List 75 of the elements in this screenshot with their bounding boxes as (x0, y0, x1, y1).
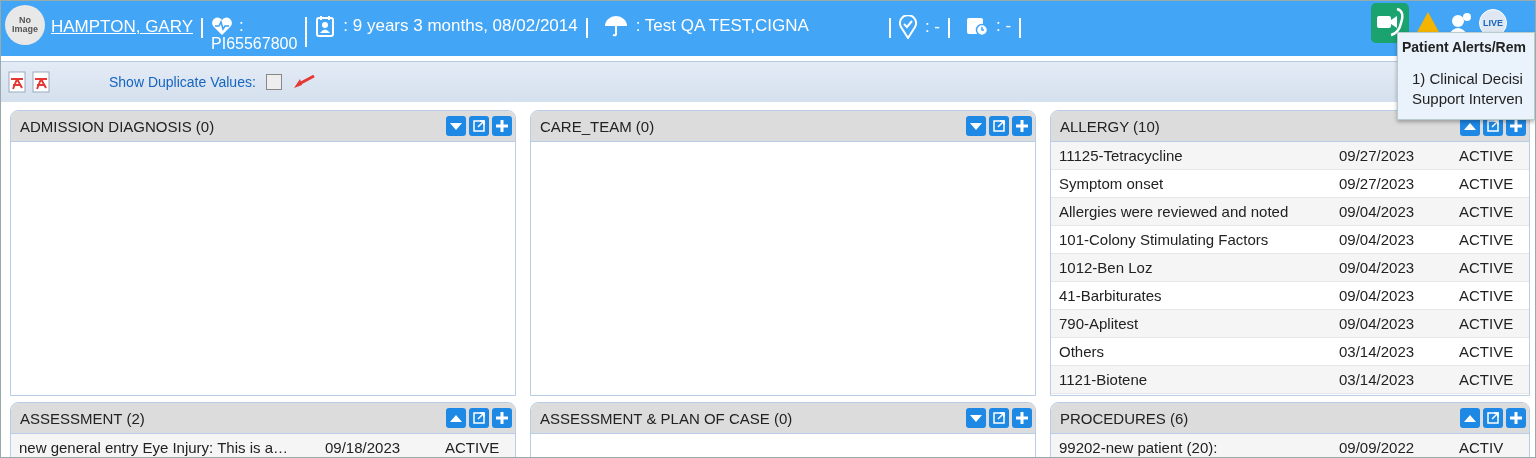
table-cell-text: 09/04/2023 (1339, 287, 1416, 304)
duplicate-values-checkbox[interactable] (265, 74, 282, 90)
table-cell-text: 03/14/2023 (1339, 371, 1416, 388)
popout-button[interactable] (1483, 408, 1503, 428)
video-stethoscope-icon[interactable] (1371, 3, 1409, 43)
popout-button[interactable] (989, 408, 1009, 428)
panel-title: ASSESSMENT & PLAN OF CASE (0) (540, 409, 794, 427)
location-text: : - (924, 17, 941, 37)
collapse-button[interactable] (446, 116, 466, 136)
table-cell-text: ACTIVE (1459, 287, 1515, 304)
alert-text: 1) Clinical Decisi (1412, 69, 1524, 89)
table-cell-text: 99202-new patient (20): (1059, 439, 1219, 456)
panel-title: PROCEDURES (6) (1060, 409, 1190, 427)
avatar-text: No Image (11, 16, 39, 34)
collapse-button[interactable] (966, 116, 986, 136)
table-cell-text: new general entry Eye Injury: This is a… (19, 439, 289, 456)
table-cell-text: 09/04/2023 (1339, 315, 1416, 332)
table-cell-text: 101-Colony Stimulating Factors (1059, 231, 1270, 248)
age-text: : 9 years 3 months, 08/02/2014 (343, 16, 578, 36)
table-cell-text: ACTIVE (1459, 231, 1515, 248)
add-button[interactable] (492, 116, 512, 136)
location-pin-icon (898, 15, 917, 39)
calendar-person-icon (315, 15, 336, 37)
popout-button[interactable] (989, 116, 1009, 136)
popout-button[interactable] (469, 116, 489, 136)
panel-title: CARE_TEAM (0) (540, 117, 656, 135)
table-cell-text: ACTIVE (1459, 315, 1515, 332)
collapse-button[interactable] (1460, 408, 1480, 428)
popout-button[interactable] (469, 408, 489, 428)
table-cell-text: 11125-Tetracycline (1059, 147, 1184, 164)
table-cell-text: 09/18/2023 (325, 439, 402, 456)
add-button[interactable] (1012, 116, 1032, 136)
table-cell-text: ACTIVE (1459, 203, 1515, 220)
heart-icon (211, 16, 233, 36)
table-cell-text: 03/14/2023 (1339, 343, 1416, 360)
table-cell-text: 09/27/2023 (1339, 175, 1416, 192)
table-cell-text: 09/04/2023 (1339, 259, 1416, 276)
table-cell-text: 09/04/2023 (1339, 231, 1416, 248)
table-cell-text: 1012-Ben Loz (1059, 259, 1154, 276)
patient-id: PI65567800 (211, 36, 298, 52)
table-cell-text: ACTIVE (1459, 371, 1515, 388)
table-cell-text: 41-Barbiturates (1059, 287, 1163, 304)
pdf-icon[interactable] (31, 71, 51, 93)
panel-title: ASSESSMENT (2) (20, 409, 146, 427)
table-cell-text: Symptom onset (1059, 175, 1165, 192)
calendar-clock-icon (966, 15, 989, 37)
pdf-icon[interactable] (7, 71, 27, 93)
add-button[interactable] (1012, 408, 1032, 428)
table-cell-text: 1121-Biotene (1059, 371, 1149, 388)
table-cell-text: 09/09/2022 (1339, 439, 1416, 456)
patient-name-link[interactable]: HAMPTON, GARY (51, 17, 193, 37)
table-cell-text: ACTIV (1459, 439, 1505, 456)
panel-title: ALLERGY (10) (1060, 117, 1161, 135)
table-cell-text: 09/27/2023 (1339, 147, 1416, 164)
popup-title: Patient Alerts/Rem (1401, 38, 1527, 57)
add-button[interactable] (1506, 408, 1526, 428)
add-button[interactable] (492, 408, 512, 428)
table-cell-text: ACTIVE (445, 439, 501, 456)
umbrella-icon (603, 15, 628, 37)
table-cell-text: ACTIVE (1459, 259, 1515, 276)
appointment-text: : - (996, 16, 1012, 36)
table-cell-text: ACTIVE (1459, 343, 1515, 360)
panel-title: ADMISSION DIAGNOSIS (0) (20, 117, 216, 135)
collapse-button[interactable] (966, 408, 986, 428)
collapse-button[interactable] (446, 408, 466, 428)
table-cell-text: Allergies were reviewed and noted (1059, 203, 1290, 220)
table-cell-text: ACTIVE (1459, 175, 1515, 192)
alert-text: Support Interven (1412, 89, 1524, 109)
id-colon: : (239, 16, 244, 36)
table-cell-text: Others (1059, 343, 1105, 360)
table-cell-text: ACTIVE (1459, 147, 1515, 164)
table-cell-text: 790-Aplitest (1059, 315, 1140, 332)
insurance-text: : Test QA TEST,CIGNA (635, 16, 809, 36)
table-cell-text: 09/04/2023 (1339, 203, 1416, 220)
duplicate-values-label: Show Duplicate Values: (109, 74, 256, 90)
